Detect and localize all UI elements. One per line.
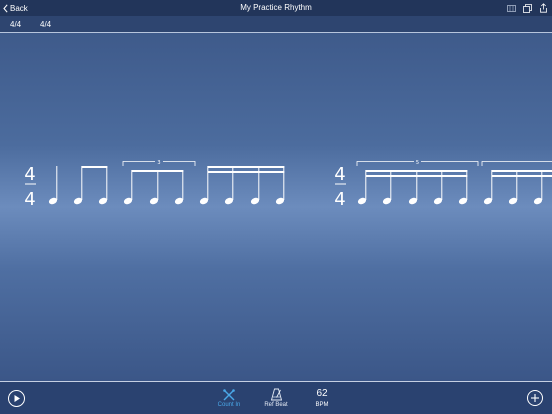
time-signature-bottom: 4 <box>24 189 35 210</box>
quarter-note[interactable] <box>47 166 59 206</box>
quintuplet-number: 5 <box>416 160 419 166</box>
play-icon <box>14 395 20 402</box>
triplet-number: 3 <box>157 160 160 166</box>
count-in-button[interactable]: Count In <box>209 388 249 408</box>
play-button[interactable] <box>8 390 25 407</box>
eighth-note-triplet[interactable]: 3 <box>122 160 196 206</box>
bottom-toolbar: Count In Ref Beat 62 BPM <box>0 381 552 414</box>
count-in-label: Count In <box>217 402 241 408</box>
time-signature-top: 4 <box>24 164 35 185</box>
count-in-icon <box>223 389 235 401</box>
measure-bar: 4/4 4/4 <box>0 16 552 33</box>
time-signature-top-2: 4 <box>334 164 345 185</box>
measure-1-tab[interactable]: 4/4 <box>10 20 21 29</box>
sixteenth-note-quintuplet[interactable]: 5 <box>356 160 479 206</box>
rhythm-notation: 4 4 3 4 4 5 <box>24 160 552 210</box>
sixteenth-note-group[interactable] <box>198 166 286 206</box>
navigation-bar: Back My Practice Rhythm <box>0 0 552 16</box>
ref-beat-label: Ref Beat <box>264 402 288 408</box>
bpm-label: BPM <box>315 402 329 408</box>
share-icon[interactable] <box>538 2 548 14</box>
bpm-value: 62 <box>316 388 328 399</box>
metronome-icon <box>270 388 282 401</box>
page-title: My Practice Rhythm <box>240 3 312 12</box>
duplicate-icon[interactable] <box>522 2 532 14</box>
add-button[interactable] <box>527 390 543 406</box>
bpm-control[interactable]: 62 BPM <box>302 388 342 408</box>
eighth-note-pair[interactable] <box>72 166 109 206</box>
plus-icon <box>531 394 539 402</box>
sixteenth-note-group-2[interactable] <box>481 161 552 206</box>
time-signature-bottom-2: 4 <box>334 189 345 210</box>
keyboard-icon[interactable] <box>506 2 516 14</box>
measure-2-tab[interactable]: 4/4 <box>40 20 51 29</box>
ref-beat-button[interactable]: Ref Beat <box>256 388 296 408</box>
